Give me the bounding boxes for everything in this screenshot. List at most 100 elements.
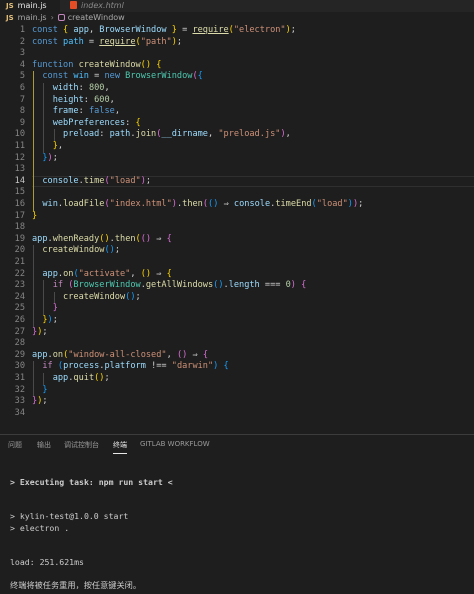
- breadcrumb-file[interactable]: main.js: [18, 13, 47, 22]
- line-number[interactable]: 11: [0, 141, 25, 153]
- code-token: BrowserWindow: [125, 71, 193, 82]
- code-line[interactable]: 32 }: [0, 385, 474, 397]
- tab-main-js[interactable]: JS main.js: [0, 0, 60, 12]
- line-number[interactable]: 6: [0, 83, 25, 95]
- line-number[interactable]: 9: [0, 118, 25, 130]
- line-number[interactable]: 31: [0, 373, 25, 385]
- breadcrumb-symbol[interactable]: createWindow: [68, 13, 125, 22]
- code-editor[interactable]: 1 const { app, BrowserWindow } = require(…: [0, 25, 474, 420]
- code-token: width: [52, 83, 79, 93]
- code-text: const { app, BrowserWindow } = require("…: [32, 25, 296, 37]
- code-line[interactable]: 24 createWindow();: [0, 292, 474, 304]
- code-line[interactable]: 12 });: [0, 153, 474, 165]
- line-number[interactable]: 29: [0, 350, 25, 362]
- line-number[interactable]: 16: [0, 199, 25, 211]
- line-number[interactable]: 22: [0, 269, 25, 281]
- line-number[interactable]: 27: [0, 327, 25, 339]
- panel-tab[interactable]: GITLAB WORKFLOW: [140, 440, 210, 448]
- code-line[interactable]: 27});: [0, 327, 474, 339]
- code-line[interactable]: 30 if (process.platform !== "darwin") {: [0, 361, 474, 373]
- tab-index-html[interactable]: index.html: [66, 0, 136, 12]
- code-line[interactable]: 2 const path = require("path");: [0, 37, 474, 49]
- line-number[interactable]: 15: [0, 187, 25, 199]
- line-number[interactable]: 25: [0, 303, 25, 315]
- code-line[interactable]: 3: [0, 48, 474, 60]
- indent-guide: [53, 129, 55, 141]
- line-number[interactable]: 18: [0, 222, 25, 234]
- line-number[interactable]: 19: [0, 234, 25, 246]
- line-number[interactable]: 21: [0, 257, 25, 269]
- line-number[interactable]: 23: [0, 280, 25, 292]
- code-line[interactable]: 28: [0, 338, 474, 350]
- code-line[interactable]: 4 function createWindow() {: [0, 60, 474, 72]
- panel-tab[interactable]: 问题: [8, 440, 22, 450]
- code-line[interactable]: 7 height: 600,: [0, 95, 474, 107]
- code-line[interactable]: 18: [0, 222, 474, 234]
- terminal-line: > kylin-test@1.0.0 start: [10, 511, 129, 521]
- code-token: ,: [114, 106, 120, 117]
- code-line[interactable]: 26 });: [0, 315, 474, 327]
- code-line[interactable]: 14 console.time("load");: [0, 175, 474, 188]
- code-line[interactable]: 23 if (BrowserWindow.getAllWindows().len…: [0, 280, 474, 292]
- line-number[interactable]: 17: [0, 211, 25, 223]
- code-text: console.time("load");: [32, 176, 151, 188]
- line-number[interactable]: 2: [0, 37, 25, 49]
- code-token: app: [32, 233, 48, 244]
- line-number[interactable]: 5: [0, 71, 25, 83]
- panel-tab[interactable]: 输出: [37, 440, 51, 450]
- tab-label: main.js: [17, 1, 47, 10]
- line-number[interactable]: 1: [0, 25, 25, 37]
- code-line[interactable]: 34: [0, 408, 474, 420]
- code-line[interactable]: 15: [0, 187, 474, 199]
- line-number[interactable]: 33: [0, 396, 25, 408]
- code-line[interactable]: 33});: [0, 396, 474, 408]
- line-number[interactable]: 28: [0, 338, 25, 350]
- line-number[interactable]: 14: [0, 176, 25, 188]
- code-token: "window-all-closed": [68, 349, 167, 360]
- code-line[interactable]: 29 app.on("window-all-closed", () ⇒ {: [0, 350, 474, 362]
- code-token: ,: [57, 141, 64, 151]
- line-number[interactable]: 13: [0, 164, 25, 176]
- line-number[interactable]: 4: [0, 60, 25, 72]
- line-number[interactable]: 24: [0, 292, 25, 304]
- code-token: (): [208, 199, 219, 209]
- code-token: () {: [140, 59, 162, 70]
- code-line[interactable]: 8 frame: false,: [0, 106, 474, 118]
- line-number[interactable]: 32: [0, 385, 25, 397]
- code-line[interactable]: 5 const win = new BrowserWindow({: [0, 71, 474, 83]
- code-line[interactable]: 10 preload: path.join(__dirname, "preloa…: [0, 129, 474, 141]
- code-line[interactable]: 21: [0, 257, 474, 269]
- panel-tab[interactable]: 调试控制台: [64, 440, 99, 450]
- line-number[interactable]: 20: [0, 245, 25, 257]
- code-token: ;: [52, 315, 58, 325]
- line-number[interactable]: 10: [0, 129, 25, 141]
- code-line[interactable]: 25 }: [0, 303, 474, 315]
- code-token: require: [99, 36, 136, 47]
- code-token: ;: [145, 175, 152, 186]
- line-number[interactable]: 30: [0, 361, 25, 373]
- line-number[interactable]: 12: [0, 153, 25, 165]
- code-text: app.on("window-all-closed", () ⇒ {: [32, 350, 208, 362]
- line-number[interactable]: 3: [0, 48, 25, 60]
- line-number[interactable]: 34: [0, 408, 25, 420]
- code-line[interactable]: 9 webPreferences: {: [0, 118, 474, 130]
- code-line[interactable]: 22 app.on("activate", () ⇒ {: [0, 269, 474, 281]
- line-number[interactable]: 26: [0, 315, 25, 327]
- code-line[interactable]: 16 win.loadFile("index.html").then(() ⇒ …: [0, 199, 474, 211]
- code-line[interactable]: 1 const { app, BrowserWindow } = require(…: [0, 25, 474, 37]
- chevron-right-icon: ›: [50, 13, 54, 22]
- code-line[interactable]: 20 createWindow();: [0, 245, 474, 257]
- code-line[interactable]: 13: [0, 164, 474, 176]
- code-line[interactable]: 31 app.quit();: [0, 373, 474, 385]
- line-number[interactable]: 7: [0, 95, 25, 107]
- code-token: ,: [130, 268, 141, 279]
- code-line[interactable]: 19 app.whenReady().then(() ⇒ {: [0, 234, 474, 246]
- line-number[interactable]: 8: [0, 106, 25, 118]
- code-line[interactable]: 6 width: 800,: [0, 83, 474, 95]
- code-line[interactable]: 11 },: [0, 141, 474, 153]
- code-line[interactable]: 17}: [0, 211, 474, 223]
- panel-tab[interactable]: 终端: [113, 440, 127, 454]
